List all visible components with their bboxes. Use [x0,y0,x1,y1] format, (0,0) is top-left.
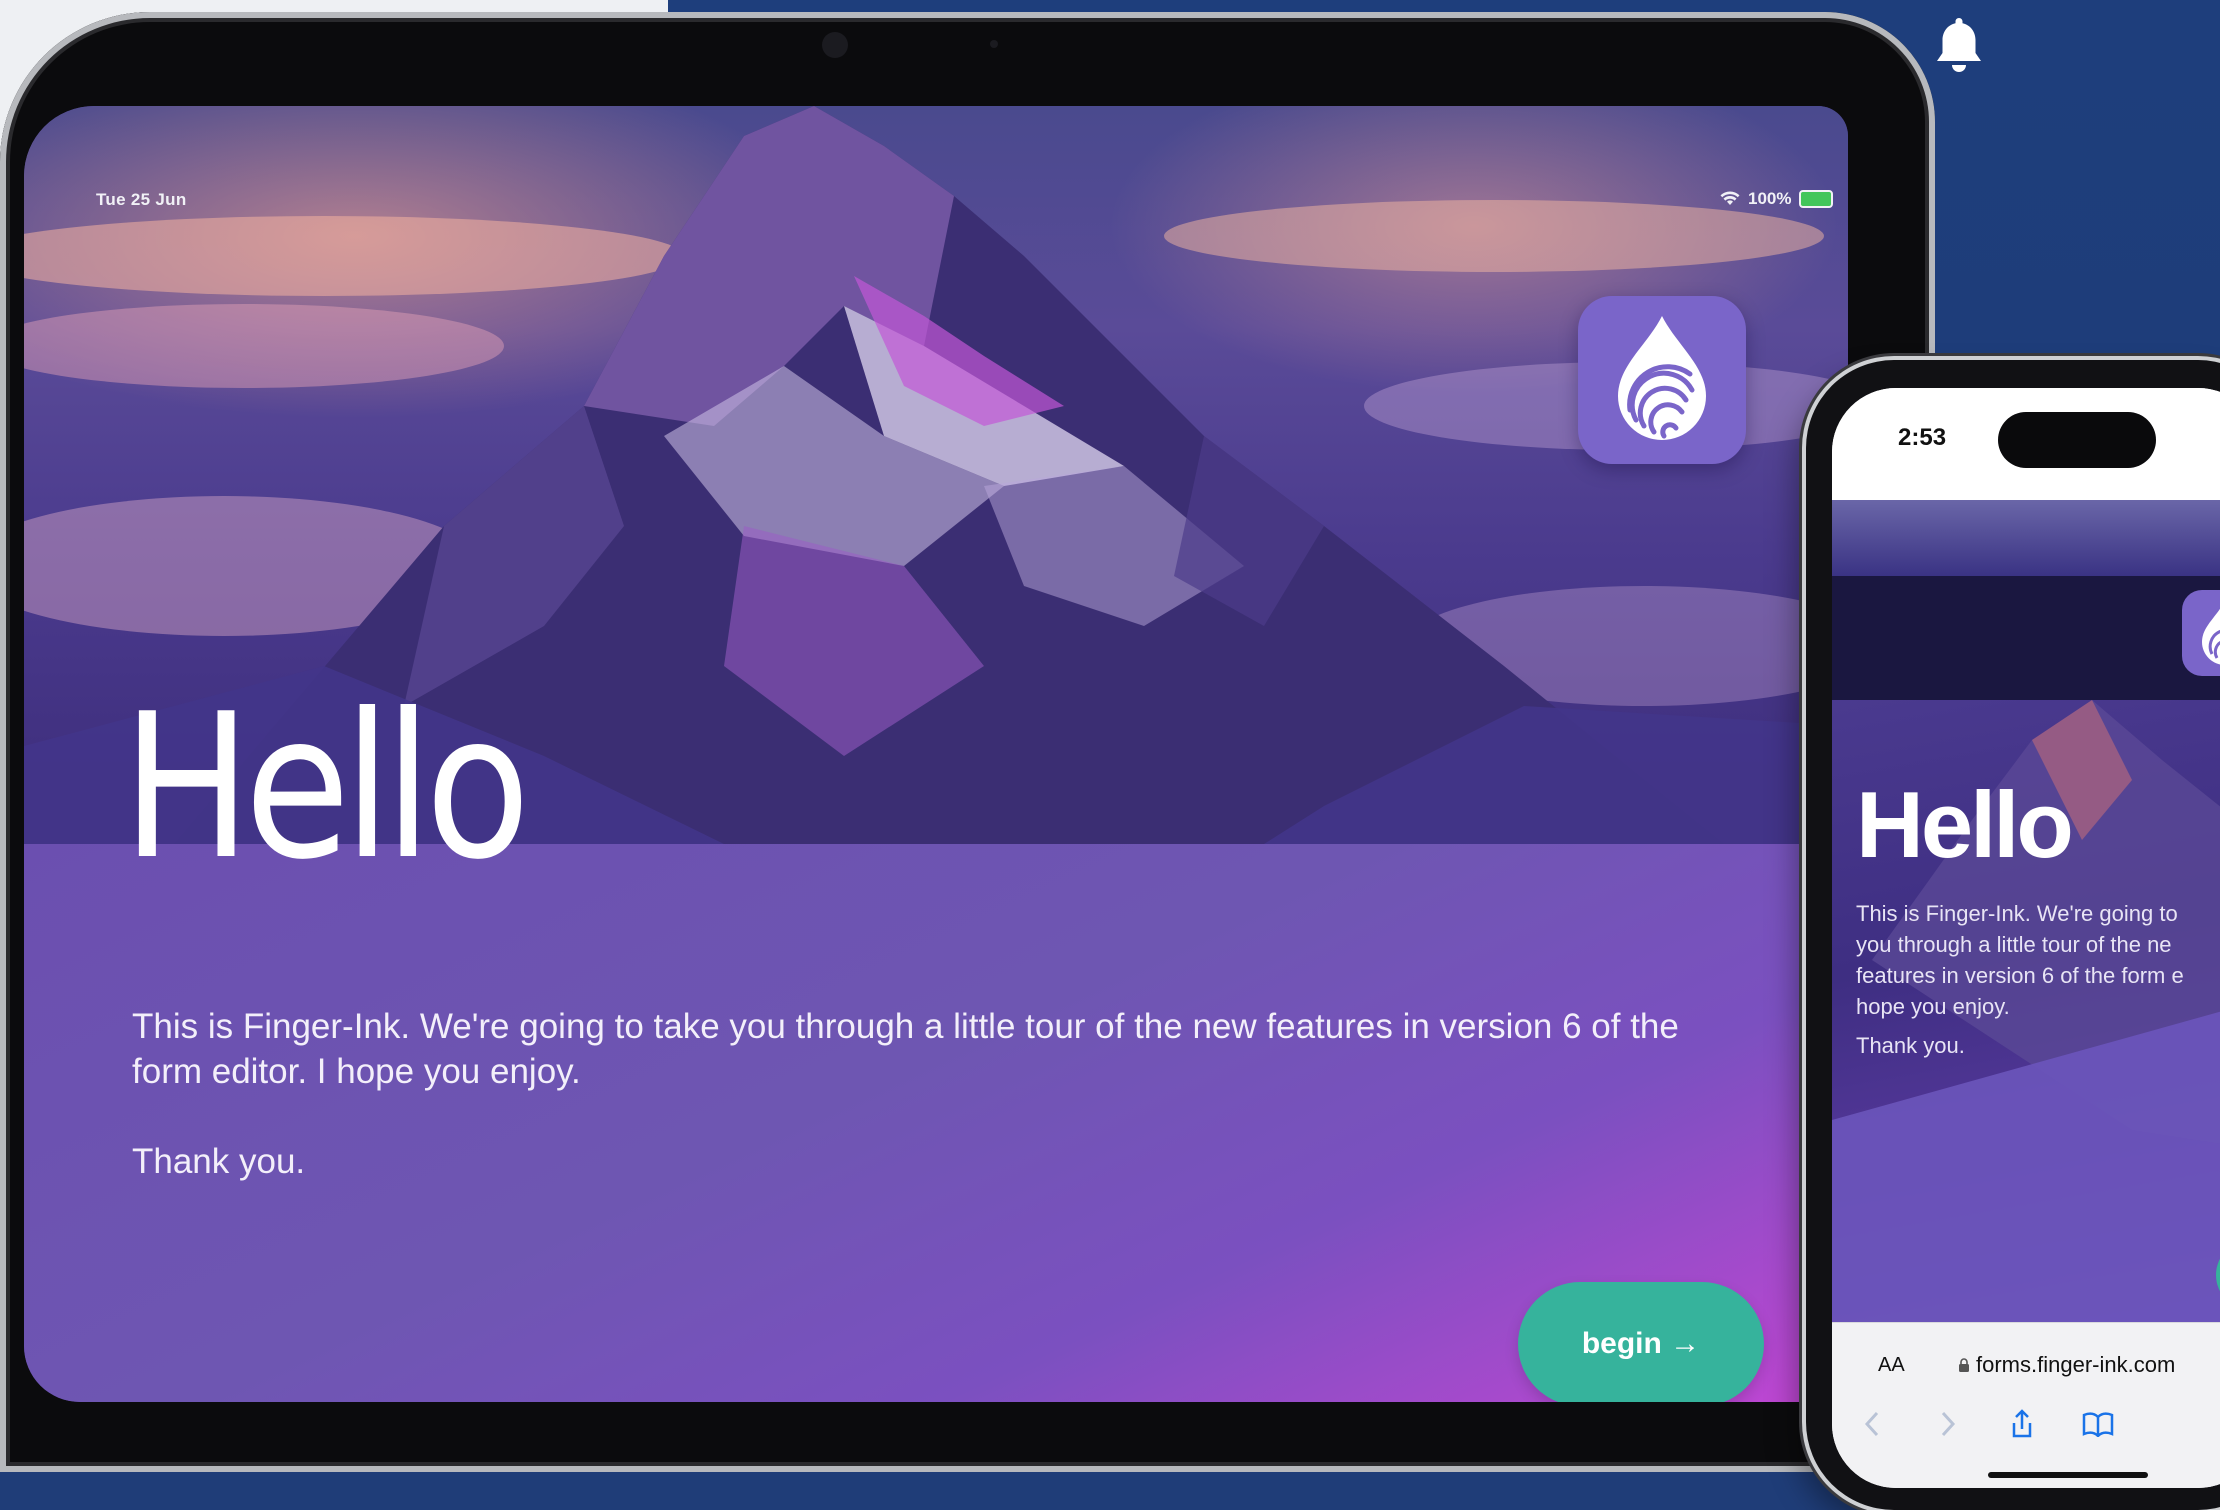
begin-label: begin → [1581,1327,1701,1360]
phone-hello-heading: Hello [1856,772,2074,877]
tablet-status-time: Tue 25 Jun [96,190,187,209]
tablet-camera [822,32,848,58]
bell-icon[interactable] [1932,14,1986,76]
url-text: forms.finger-ink.com [1976,1352,2176,1377]
phone-hero-image [1832,500,2220,576]
tablet-status-right: 100% [1720,188,1834,210]
tablet-device: Tue 25 Jun 100% Hello This is Finger-Ink… [0,12,1935,1472]
phone-intro-line: you through a little tour of the ne [1856,932,2172,957]
exit-button[interactable]: exit [96,1400,161,1402]
phone-home-indicator[interactable] [1988,1472,2148,1478]
tablet-sensor [990,40,998,48]
share-icon[interactable] [2002,1404,2042,1444]
phone-intro-line: hope you enjoy. [1856,994,2010,1019]
dynamic-island [1998,412,2156,468]
battery-percent: 100% [1748,189,1792,208]
battery-icon [1799,190,1834,208]
phone-screen: 2:53 ···· Hello This is Finger-Ink. We'r… [1832,388,2220,1488]
phone-intro-line: This is Finger-Ink. We're going to [1856,901,2178,926]
phone-header-band [1832,576,2220,700]
phone-thanks-text: Thank you. [1856,1033,1965,1058]
phone-device: 2:53 ···· Hello This is Finger-Ink. We'r… [1806,360,2220,1510]
finger-ink-logo-icon [2182,590,2220,676]
wifi-icon [1720,191,1740,205]
begin-button[interactable]: begin → [1518,1282,1764,1402]
hello-heading: Hello [122,671,530,904]
lock-icon [1959,1358,1969,1372]
address-bar[interactable]: forms.finger-ink.com [1958,1352,2175,1378]
text-size-button[interactable]: AA [1878,1354,1905,1377]
phone-intro-text: This is Finger-Ink. We're going to you t… [1856,898,2220,1022]
intro-text: This is Finger-Ink. We're going to take … [132,1007,1679,1091]
finger-ink-logo-icon [1578,296,1746,464]
phone-status-time: 2:53 [1898,424,1947,451]
bookmarks-icon[interactable] [2078,1404,2118,1444]
phone-intro-line: features in version 6 of the form e [1856,963,2184,988]
tablet-screen: Tue 25 Jun 100% Hello This is Finger-Ink… [24,106,1848,1402]
thanks-text: Thank you. [132,1142,306,1181]
back-icon[interactable] [1852,1404,1892,1444]
forward-icon[interactable] [1928,1404,1968,1444]
exit-label: exit [124,1400,161,1402]
